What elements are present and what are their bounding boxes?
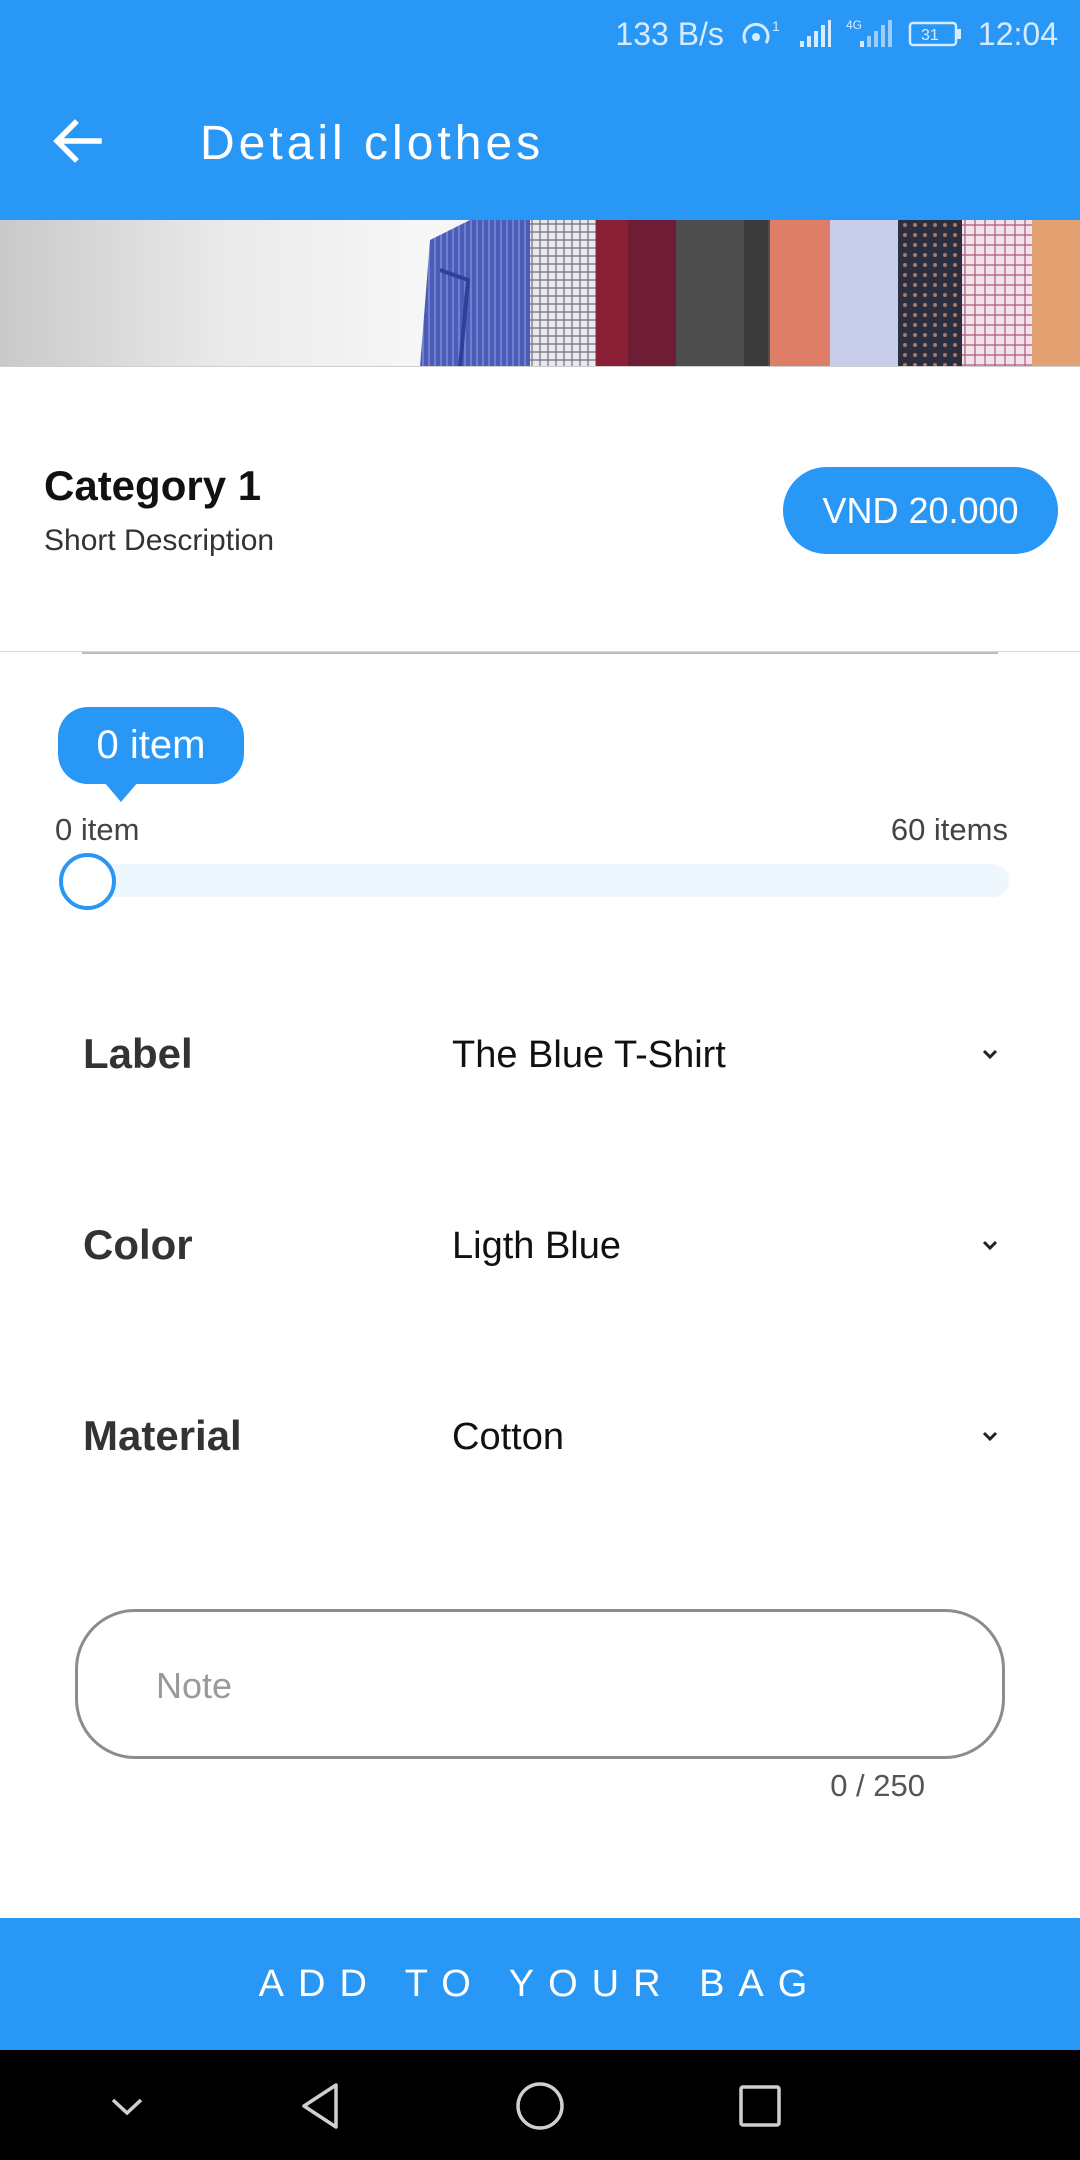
back-triangle-icon	[302, 2083, 338, 2129]
option-label-color: Color	[83, 1221, 193, 1268]
price-badge[interactable]: VND 20.000	[783, 467, 1058, 554]
label-dropdown-value: The Blue T-Shirt	[452, 1034, 726, 1076]
recents-square-icon	[739, 2085, 781, 2127]
quantity-slider-track[interactable]	[60, 864, 1009, 897]
add-to-bag-button[interactable]: ADD TO YOUR BAG	[0, 1918, 1080, 2050]
home-circle-icon	[516, 2082, 564, 2130]
divider-inner	[82, 652, 998, 654]
clock: 12:04	[977, 15, 1058, 52]
system-nav-bar	[0, 2050, 1080, 2160]
page-title: Detail clothes	[200, 117, 545, 170]
note-field[interactable]	[75, 1609, 1005, 1759]
chevron-down-icon[interactable]	[975, 1231, 1005, 1261]
hanging-shirts-illustration	[420, 220, 1080, 366]
quantity-slider-thumb[interactable]	[59, 853, 116, 910]
back-button[interactable]	[44, 108, 110, 174]
chevron-down-icon[interactable]	[975, 1040, 1005, 1070]
signal-icon	[798, 19, 832, 49]
option-label-label: Label	[83, 1030, 193, 1077]
chevron-down-icon[interactable]	[975, 1422, 1005, 1452]
battery-level: 31	[921, 27, 939, 44]
slider-max-label: 60 items	[890, 812, 1008, 847]
network-speed: 133 B/s	[615, 15, 724, 52]
app-bar: 133 B/s 1 4G 31 12:04 Detail clothes	[0, 0, 1080, 220]
network-type: 4G	[846, 18, 862, 32]
nav-hide-button[interactable]	[97, 2076, 157, 2136]
color-dropdown-value: Ligth Blue	[452, 1225, 622, 1267]
slider-min-label: 0 item	[55, 812, 140, 847]
chevron-down-icon	[111, 2098, 143, 2116]
status-bar: 133 B/s 1 4G 31 12:04	[0, 0, 1080, 68]
signal-4g-icon: 4G	[846, 17, 894, 51]
hotspot-icon: 1	[738, 17, 784, 51]
material-dropdown-value: Cotton	[452, 1416, 564, 1458]
note-char-counter: 0 / 250	[830, 1768, 925, 1803]
nav-home-button[interactable]	[510, 2076, 570, 2136]
battery-icon: 31	[908, 19, 964, 49]
nav-recents-button[interactable]	[730, 2076, 790, 2136]
nav-back-button[interactable]	[290, 2076, 350, 2136]
note-input[interactable]	[156, 1652, 936, 1720]
short-description: Short Description	[44, 524, 275, 557]
banner-image	[0, 220, 1080, 367]
bubble-pointer	[104, 782, 138, 802]
slider-value-bubble: 0 item	[58, 707, 244, 784]
option-label-material: Material	[83, 1412, 242, 1459]
arrow-left-icon	[53, 119, 102, 163]
category-title: Category 1	[44, 462, 262, 509]
hotspot-sup: 1	[772, 18, 780, 34]
